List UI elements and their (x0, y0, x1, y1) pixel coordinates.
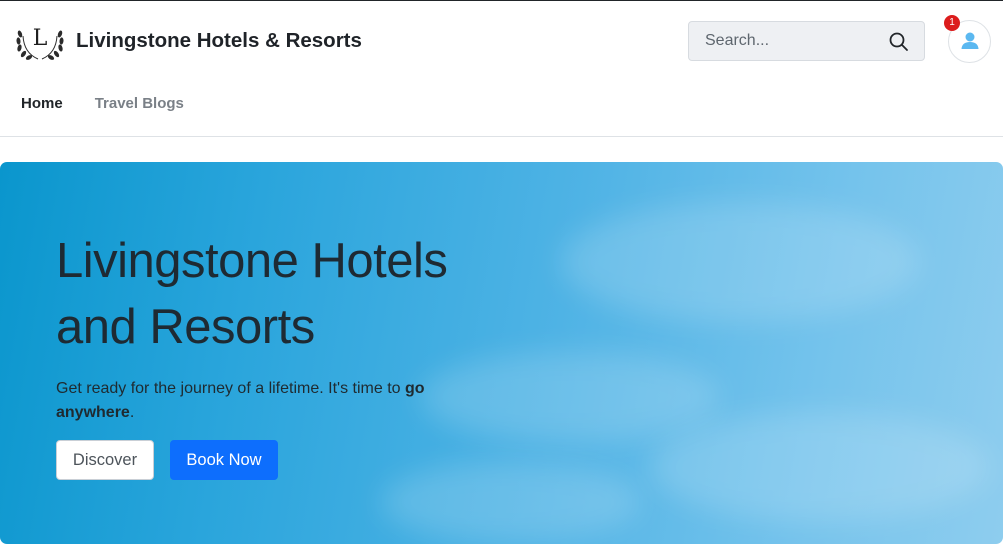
search-input[interactable] (689, 22, 884, 60)
user-icon (961, 32, 979, 49)
brand[interactable]: L Livingstone Hotels & Resorts (14, 20, 362, 62)
cloud (650, 412, 990, 522)
logo-letter: L (33, 26, 48, 51)
search-icon[interactable] (888, 31, 910, 53)
nav-item-home[interactable]: Home (21, 95, 63, 112)
hero-title: Livingstone Hotels and Resorts (56, 228, 576, 360)
search-box (688, 21, 925, 61)
laurel-logo-icon: L (16, 26, 64, 60)
hero-tagline-text: Get ready for the journey of a lifetime.… (56, 380, 405, 397)
top-border (0, 0, 1003, 1)
hero-tagline: Get ready for the journey of a lifetime.… (56, 377, 476, 425)
notification-badge: 1 (944, 15, 960, 31)
hero-title-line-2: and Resorts (56, 300, 315, 354)
hero-banner: Livingstone Hotels and Resorts Get ready… (0, 162, 1003, 544)
nav-item-travel-blogs[interactable]: Travel Blogs (95, 95, 184, 112)
hero-tagline-end: . (129, 404, 135, 421)
main-nav: Home Travel Blogs (21, 95, 184, 112)
header-divider (0, 136, 1003, 137)
brand-name: Livingstone Hotels & Resorts (76, 29, 362, 52)
discover-button[interactable]: Discover (56, 440, 154, 480)
cloud (560, 202, 920, 322)
book-now-button[interactable]: Book Now (170, 440, 278, 480)
cloud (380, 462, 640, 542)
hero-title-line-1: Livingstone Hotels (56, 234, 448, 288)
